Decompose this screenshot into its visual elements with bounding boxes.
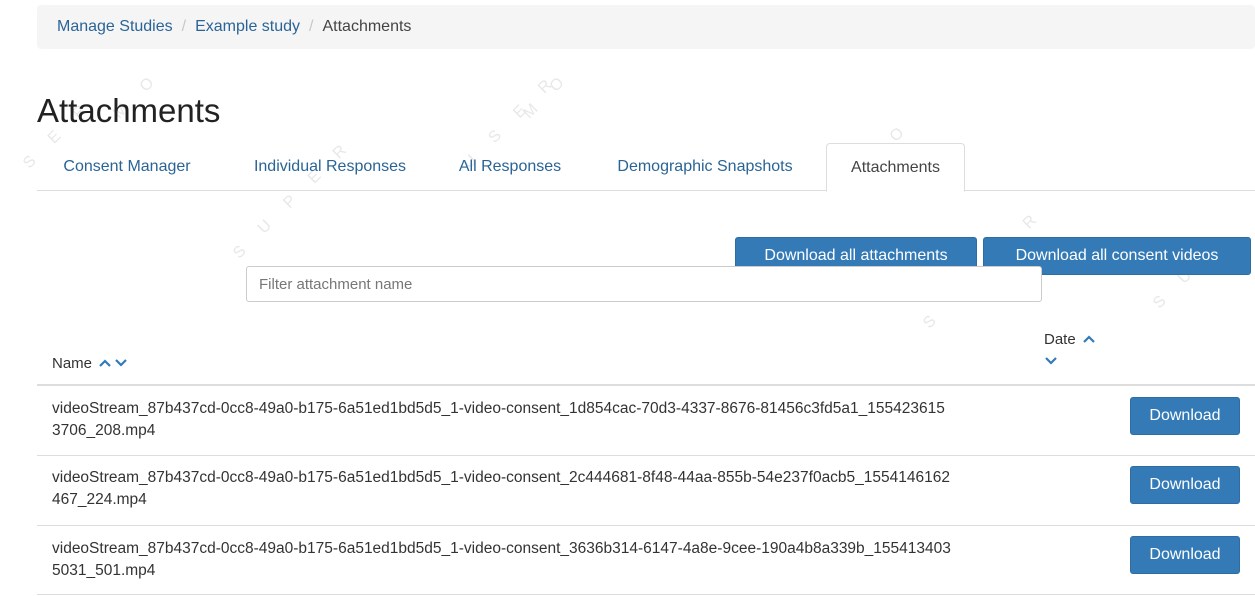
tab-label: Demographic Snapshots bbox=[617, 158, 793, 175]
breadcrumb-link-example-study[interactable]: Example study bbox=[195, 18, 300, 36]
download-button[interactable]: Download bbox=[1130, 536, 1240, 574]
column-header-date-label: Date bbox=[1044, 330, 1076, 348]
tab-all-responses[interactable]: All Responses bbox=[440, 143, 580, 191]
tab-label: Individual Responses bbox=[253, 158, 407, 175]
tab-label: Attachments bbox=[851, 158, 940, 176]
chevron-down-icon[interactable] bbox=[114, 358, 128, 368]
tab-label: All Responses bbox=[458, 158, 562, 175]
chevron-down-icon[interactable] bbox=[1044, 356, 1058, 366]
watermark-text: M O bbox=[520, 67, 575, 123]
column-header-name-label: Name bbox=[52, 354, 93, 372]
page-title: Attachments bbox=[37, 92, 221, 129]
breadcrumb-separator: / bbox=[309, 18, 314, 35]
column-header-date: Date bbox=[1044, 328, 1096, 350]
column-header-name: Name bbox=[52, 352, 128, 374]
row-divider bbox=[37, 594, 1255, 595]
download-button[interactable]: Download bbox=[1130, 466, 1240, 504]
chevron-up-icon[interactable] bbox=[1082, 334, 1096, 344]
attachment-name: videoStream_87b437cd-0cc8-49a0-b175-6a51… bbox=[52, 540, 951, 579]
breadcrumb: Manage Studies / Example study / Attachm… bbox=[37, 5, 1255, 49]
tab-label: Consent Manager bbox=[63, 158, 191, 175]
chevron-up-icon[interactable] bbox=[98, 358, 112, 368]
tab-bar: Consent Manager Individual Responses All… bbox=[37, 143, 1255, 192]
row-divider bbox=[37, 455, 1255, 456]
filter-attachment-input[interactable] bbox=[246, 266, 1042, 302]
attachment-name: videoStream_87b437cd-0cc8-49a0-b175-6a51… bbox=[52, 400, 945, 439]
row-divider bbox=[37, 525, 1255, 526]
tab-individual-responses[interactable]: Individual Responses bbox=[230, 143, 430, 191]
breadcrumb-link-manage-studies[interactable]: Manage Studies bbox=[57, 18, 173, 36]
table-header-divider bbox=[37, 384, 1255, 386]
breadcrumb-separator: / bbox=[181, 18, 187, 35]
tab-consent-manager[interactable]: Consent Manager bbox=[46, 143, 208, 191]
breadcrumb-current: Attachments bbox=[322, 18, 412, 35]
tab-attachments[interactable]: Attachments bbox=[826, 143, 965, 192]
attachment-name: videoStream_87b437cd-0cc8-49a0-b175-6a51… bbox=[52, 469, 951, 508]
download-button[interactable]: Download bbox=[1130, 397, 1240, 435]
tab-demographic-snapshots[interactable]: Demographic Snapshots bbox=[594, 143, 816, 191]
